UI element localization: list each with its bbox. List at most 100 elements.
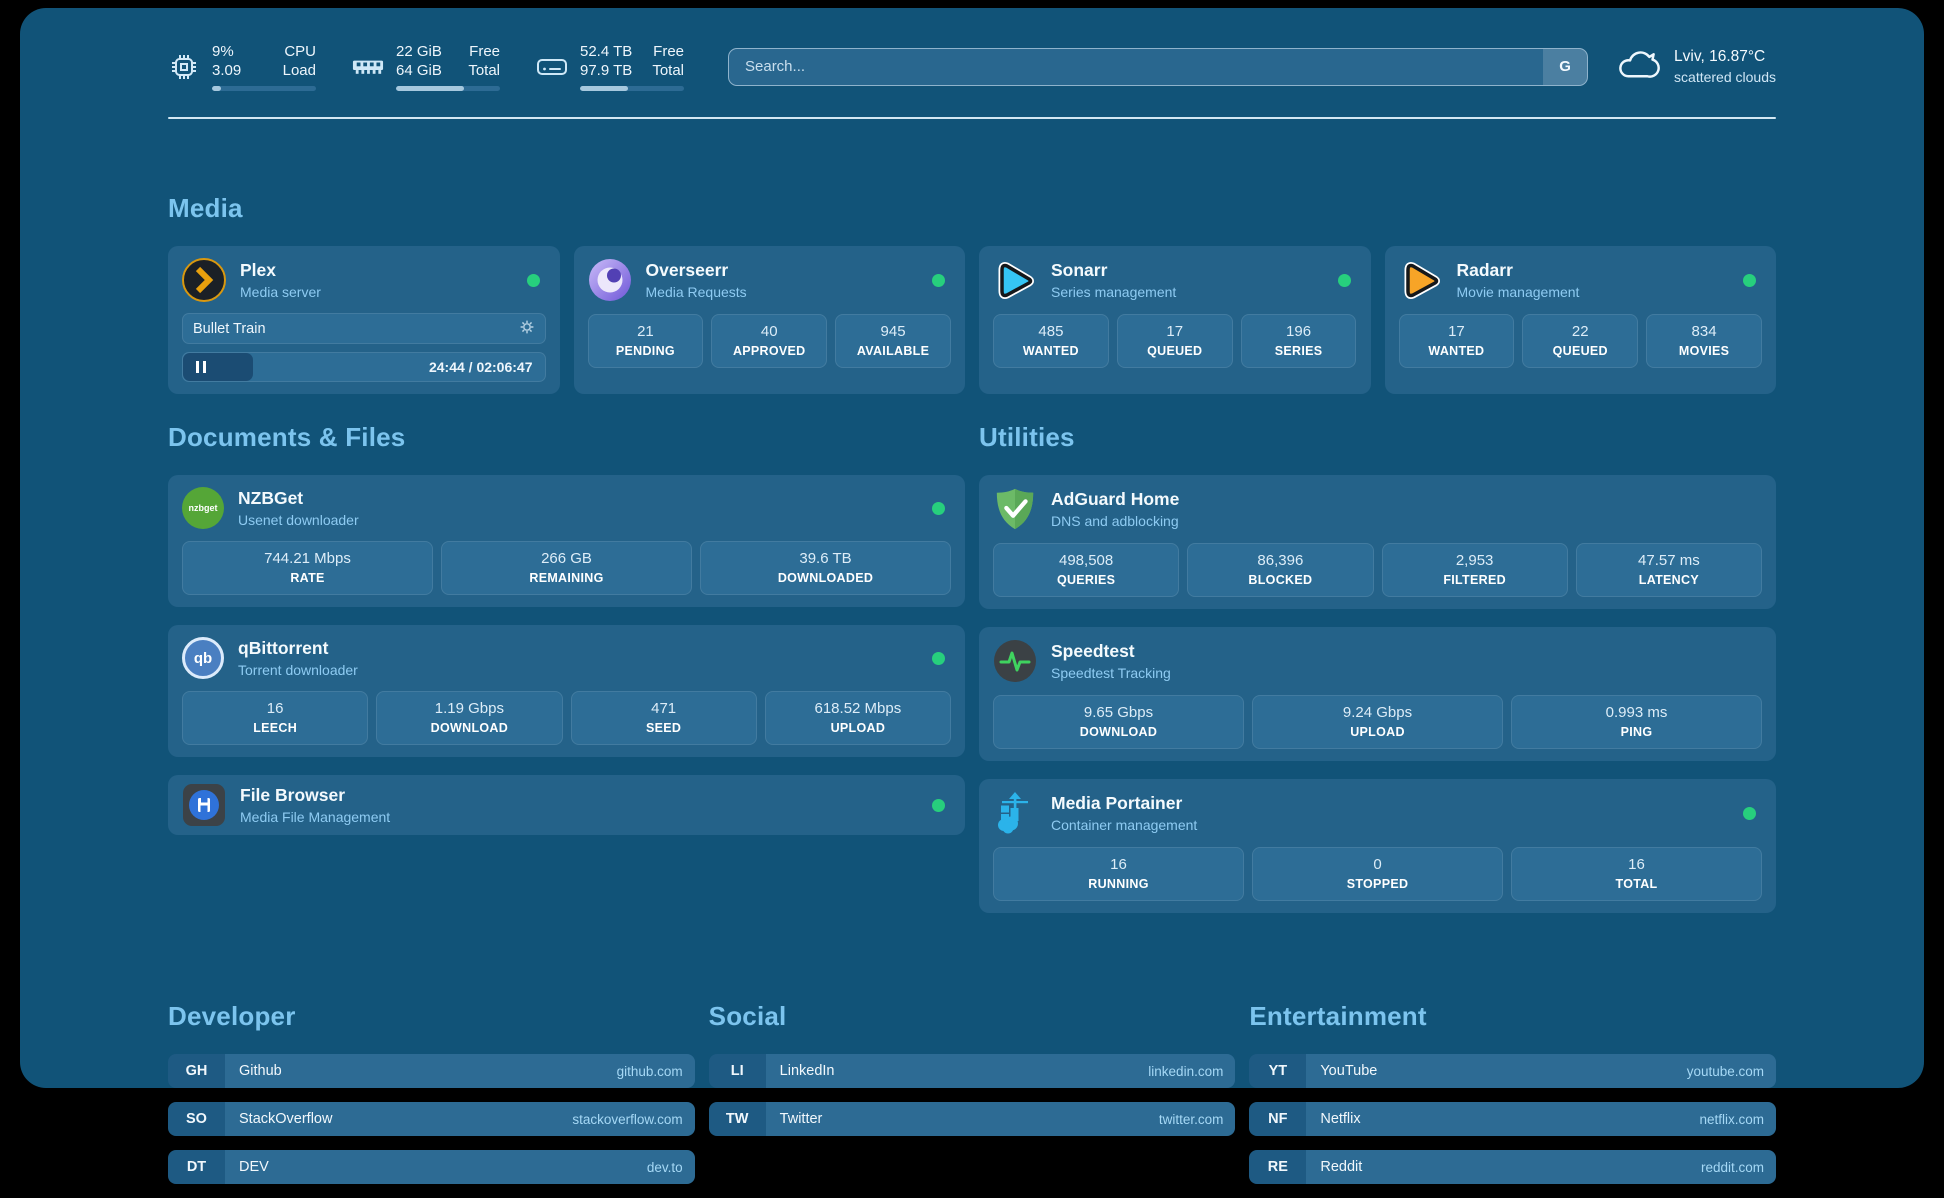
bookmark-url: github.com	[617, 1064, 683, 1079]
stat-tile: 945 AVAILABLE	[835, 314, 951, 368]
bookmark-name: YouTube	[1320, 1063, 1377, 1079]
ram-stat: 22 GiB Free 64 GiB Total	[352, 42, 500, 91]
ram-progress-bar	[396, 86, 500, 91]
stat-tile: 498,508 QUERIES	[993, 543, 1179, 597]
service-subtitle: Speedtest Tracking	[1051, 665, 1762, 681]
cpu-label: CPU	[284, 42, 316, 61]
card-portainer[interactable]: Media Portainer Container management 16 …	[979, 779, 1776, 913]
bookmark-url: linkedin.com	[1148, 1064, 1223, 1079]
bookmark-url: youtube.com	[1687, 1064, 1764, 1079]
status-dot-online	[1743, 274, 1756, 287]
service-name: Overseerr	[646, 260, 919, 281]
adguard-logo-icon	[993, 487, 1037, 531]
service-subtitle: Media Requests	[646, 284, 919, 300]
service-subtitle: Media server	[240, 284, 513, 300]
bookmark-abbr: YT	[1249, 1054, 1306, 1088]
disk-total-value: 97.9 TB	[580, 61, 632, 80]
bookmark-github[interactable]: GH Github github.com	[168, 1054, 695, 1088]
card-qbittorrent[interactable]: qb qBittorrent Torrent downloader 16 LEE…	[168, 625, 965, 757]
bookmark-stackoverflow[interactable]: SO StackOverflow stackoverflow.com	[168, 1102, 695, 1136]
stat-tile: 22 QUEUED	[1522, 314, 1638, 368]
cpu-load-label: Load	[283, 61, 316, 80]
system-stats: 9% CPU 3.09 Load	[168, 42, 684, 91]
stat-tile: 39.6 TB DOWNLOADED	[700, 541, 951, 595]
portainer-logo-icon	[993, 791, 1037, 835]
search-engine-button[interactable]: G	[1543, 49, 1587, 85]
stat-tile: 40 APPROVED	[711, 314, 827, 368]
search-bar[interactable]: G	[728, 48, 1588, 86]
stat-tile: 16 RUNNING	[993, 847, 1244, 901]
bookmark-name: LinkedIn	[780, 1063, 835, 1079]
bookmarks-area: Developer GH Github github.com SO StackO…	[168, 1001, 1776, 1198]
service-subtitle: Media File Management	[240, 809, 918, 825]
bookmark-twitter[interactable]: TW Twitter twitter.com	[709, 1102, 1236, 1136]
service-subtitle: Usenet downloader	[238, 512, 918, 528]
stat-tile: 86,396 BLOCKED	[1187, 543, 1373, 597]
radarr-logo-icon	[1399, 258, 1443, 302]
stat-tile: 9.65 Gbps DOWNLOAD	[993, 695, 1244, 749]
disk-stat: 52.4 TB Free 97.9 TB Total	[536, 42, 684, 91]
status-dot-online	[527, 274, 540, 287]
pause-icon[interactable]	[196, 361, 206, 373]
card-nzbget[interactable]: nzbget NZBGet Usenet downloader 744.21 M…	[168, 475, 965, 607]
bookmark-name: Netflix	[1320, 1111, 1360, 1127]
cloud-icon	[1616, 48, 1660, 85]
bookmark-group-developer: Developer GH Github github.com SO StackO…	[168, 1001, 695, 1198]
status-dot-online	[932, 652, 945, 665]
qbittorrent-logo-icon: qb	[182, 637, 224, 679]
section-media: Media Plex Media server	[168, 193, 1776, 394]
stat-tile: 485 WANTED	[993, 314, 1109, 368]
card-plex[interactable]: Plex Media server Bullet Train	[168, 246, 560, 394]
now-playing-row: Bullet Train	[182, 313, 546, 344]
card-speedtest[interactable]: Speedtest Speedtest Tracking 9.65 Gbps D…	[979, 627, 1776, 761]
section-title-social: Social	[709, 1001, 1236, 1032]
disk-free-value: 52.4 TB	[580, 42, 632, 61]
disk-progress-bar	[580, 86, 684, 91]
playback-time: 24:44 / 02:06:47	[429, 359, 533, 375]
service-subtitle: DNS and adblocking	[1051, 513, 1762, 529]
bookmark-reddit[interactable]: RE Reddit reddit.com	[1249, 1150, 1776, 1184]
status-dot-online	[932, 274, 945, 287]
dashboard-panel: 9% CPU 3.09 Load	[20, 8, 1924, 1088]
service-subtitle: Torrent downloader	[238, 662, 918, 678]
bookmark-netflix[interactable]: NF Netflix netflix.com	[1249, 1102, 1776, 1136]
ram-free-value: 22 GiB	[396, 42, 442, 61]
card-filebrowser[interactable]: File Browser Media File Management	[168, 775, 965, 835]
status-dot-online	[932, 502, 945, 515]
speedtest-logo-icon	[993, 639, 1037, 683]
ram-total-value: 64 GiB	[396, 61, 442, 80]
stat-tile: 196 SERIES	[1241, 314, 1357, 368]
section-documents: Documents & Files nzbget NZBGet Usenet d…	[168, 422, 965, 931]
card-sonarr[interactable]: Sonarr Series management 485 WANTED 17 Q…	[979, 246, 1371, 394]
stat-tile: 0 STOPPED	[1252, 847, 1503, 901]
weather-location: Lviv, 16.87°C	[1674, 48, 1776, 66]
weather-widget: Lviv, 16.87°C scattered clouds	[1616, 48, 1776, 85]
bookmark-abbr: LI	[709, 1054, 766, 1088]
disk-total-label: Total	[652, 61, 684, 80]
ram-total-label: Total	[468, 61, 500, 80]
stat-tile: 2,953 FILTERED	[1382, 543, 1568, 597]
bookmark-abbr: SO	[168, 1102, 225, 1136]
stat-tile: 618.52 Mbps UPLOAD	[765, 691, 951, 745]
bookmark-youtube[interactable]: YT YouTube youtube.com	[1249, 1054, 1776, 1088]
card-radarr[interactable]: Radarr Movie management 17 WANTED 22 QUE…	[1385, 246, 1777, 394]
bookmark-url: twitter.com	[1159, 1112, 1224, 1127]
card-overseerr[interactable]: Overseerr Media Requests 21 PENDING 40 A…	[574, 246, 966, 394]
card-adguard[interactable]: AdGuard Home DNS and adblocking 498,508 …	[979, 475, 1776, 609]
status-dot-online	[1743, 807, 1756, 820]
service-name: NZBGet	[238, 488, 918, 509]
bookmark-dev[interactable]: DT DEV dev.to	[168, 1150, 695, 1184]
bookmark-url: stackoverflow.com	[572, 1112, 682, 1127]
search-input[interactable]	[729, 49, 1543, 85]
ram-free-label: Free	[469, 42, 500, 61]
stat-tile: 471 SEED	[571, 691, 757, 745]
bookmark-linkedin[interactable]: LI LinkedIn linkedin.com	[709, 1054, 1236, 1088]
cpu-load-value: 3.09	[212, 61, 241, 80]
ram-icon	[352, 51, 384, 83]
settings-icon[interactable]	[519, 319, 535, 339]
service-subtitle: Movie management	[1457, 284, 1730, 300]
stat-tile: 0.993 ms PING	[1511, 695, 1762, 749]
service-subtitle: Container management	[1051, 817, 1729, 833]
service-name: Plex	[240, 260, 513, 281]
plex-logo-icon	[182, 258, 226, 302]
